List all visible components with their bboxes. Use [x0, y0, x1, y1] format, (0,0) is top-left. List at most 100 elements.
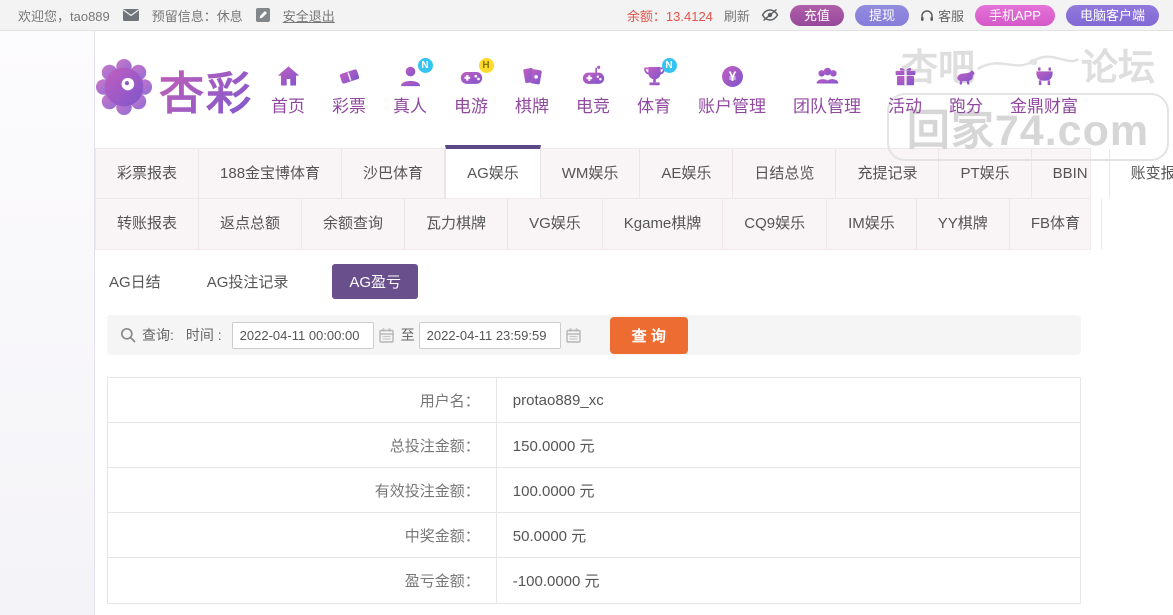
- table-row: 总投注金额： 150.0000 元: [108, 423, 1080, 468]
- tab-wm-entertainment[interactable]: WM娱乐: [541, 149, 641, 198]
- nav-item-cards[interactable]: 棋牌: [515, 63, 549, 117]
- tab-im-entertainment[interactable]: IM娱乐: [827, 199, 917, 249]
- subtab-ag-bet-records[interactable]: AG投注记录: [205, 264, 291, 299]
- tab-vg-entertainment[interactable]: VG娱乐: [508, 199, 603, 249]
- ag-subtabs: AG日结 AG投注记录 AG盈亏: [107, 263, 1173, 299]
- nav-item-team[interactable]: 团队管理: [793, 63, 861, 117]
- search-icon: [120, 327, 136, 343]
- balance-text: 余额：13.4124: [626, 8, 713, 24]
- live-person-icon: N: [397, 57, 433, 90]
- site-logo[interactable]: 杏彩: [95, 57, 253, 122]
- nav-item-live[interactable]: N 真人: [393, 57, 433, 117]
- nav-item-golden-ding[interactable]: 金鼎财富: [1010, 63, 1078, 117]
- logo-flower-icon: [95, 58, 153, 121]
- new-badge: N: [417, 57, 433, 73]
- table-row: 用户名： protao889_xc: [108, 378, 1080, 423]
- report-tabs: 彩票报表 188金宝博体育 沙巴体育 AG娱乐 WM娱乐 AE娱乐 日结总览 充…: [95, 145, 1173, 250]
- golden-ding-icon: [1031, 63, 1058, 90]
- nav-item-lottery[interactable]: 彩票: [332, 63, 366, 117]
- team-icon: [814, 63, 841, 90]
- row-label: 总投注金额：: [108, 423, 497, 467]
- row-value: protao889_xc: [512, 391, 604, 409]
- nav-item-activity[interactable]: 活动: [888, 63, 922, 117]
- paofen-animal-icon: [953, 63, 980, 90]
- message-envelope-icon[interactable]: [122, 9, 139, 21]
- customer-service-link[interactable]: 客服: [920, 6, 964, 25]
- table-row: 盈亏金额： -100.0000 元: [108, 558, 1080, 603]
- tab-fb-sports[interactable]: FB体育: [1010, 199, 1102, 249]
- nav-item-paofen[interactable]: 跑分: [949, 63, 983, 117]
- datetime-from-input[interactable]: [231, 321, 374, 349]
- datetime-to-input[interactable]: [418, 321, 561, 349]
- sports-trophy-icon: N: [641, 57, 677, 90]
- tab-pt-entertainment[interactable]: PT娱乐: [939, 149, 1032, 198]
- nav-item-home[interactable]: 首页: [271, 63, 305, 117]
- tab-deposit-withdraw-records[interactable]: 充提记录: [836, 149, 940, 198]
- customer-service-label: 客服: [937, 8, 964, 24]
- welcome-text: 欢迎您，tao889: [18, 8, 110, 24]
- tab-lottery-report[interactable]: 彩票报表: [96, 149, 200, 198]
- tab-ag-entertainment[interactable]: AG娱乐: [445, 145, 541, 198]
- new-badge: N: [661, 57, 677, 73]
- home-icon: [275, 63, 302, 90]
- row-value: 100.0000 元: [512, 482, 595, 500]
- table-row: 有效投注金额： 100.0000 元: [108, 468, 1080, 513]
- main-nav: 首页 彩票 N 真人 H 电游 棋牌 电竞 N 体育 账户管理 团队管理 活动 …: [271, 57, 1078, 117]
- row-value: -100.0000 元: [512, 573, 600, 590]
- nav-item-sports[interactable]: N 体育: [637, 57, 677, 117]
- row-label: 有效投注金额：: [108, 468, 497, 512]
- query-submit-button[interactable]: 查 询: [609, 316, 688, 354]
- withdraw-button[interactable]: 提现: [854, 4, 909, 26]
- nav-item-account[interactable]: 账户管理: [698, 63, 766, 117]
- reserved-info-text: 预留信息：休息: [151, 8, 243, 24]
- between-label: 至: [400, 327, 415, 343]
- tab-cq9-entertainment[interactable]: CQ9娱乐: [723, 199, 828, 249]
- headset-icon: [920, 9, 934, 22]
- logo-text: 杏彩: [159, 57, 253, 122]
- topbar: 欢迎您，tao889 预留信息：休息 安全退出 余额：13.4124 刷新 充值…: [0, 0, 1173, 31]
- calendar-icon[interactable]: [378, 328, 394, 343]
- subtab-ag-daily[interactable]: AG日结: [107, 264, 163, 299]
- tab-bbin[interactable]: BBIN: [1032, 149, 1110, 198]
- tab-account-change-report[interactable]: 账变报表: [1110, 149, 1173, 198]
- left-margin-strip: [0, 31, 95, 615]
- page-body: 杏彩 首页 彩票 N 真人 H 电游 棋牌 电竞 N 体育 账户管理 团队管理 …: [0, 31, 1173, 615]
- mobile-app-button[interactable]: 手机APP: [974, 4, 1055, 26]
- hot-badge: H: [478, 57, 494, 73]
- tab-saba-sports[interactable]: 沙巴体育: [342, 149, 446, 198]
- row-label: 中奖金额：: [108, 513, 497, 557]
- watermark-right-text: 论坛: [1081, 47, 1155, 88]
- recharge-button[interactable]: 充值: [789, 4, 844, 26]
- profit-loss-table: 用户名： protao889_xc 总投注金额： 150.0000 元 有效投注…: [107, 377, 1081, 604]
- query-bar: 查询: 时间 : 至 查 询: [107, 315, 1081, 355]
- table-row: 中奖金额： 50.0000 元: [108, 513, 1080, 558]
- tab-yy-cards[interactable]: YY棋牌: [917, 199, 1010, 249]
- gift-icon: [892, 63, 919, 90]
- account-coin-icon: [719, 63, 746, 90]
- tab-transfer-report[interactable]: 转账报表: [96, 199, 200, 249]
- calendar-icon[interactable]: [565, 328, 581, 343]
- logout-link[interactable]: 安全退出: [283, 6, 335, 25]
- nav-item-esports[interactable]: 电竞: [576, 63, 610, 117]
- query-label: 查询:: [142, 327, 174, 343]
- time-label: 时间 :: [185, 327, 222, 343]
- row-label: 盈亏金额：: [108, 558, 497, 603]
- tab-wali-cards[interactable]: 瓦力棋牌: [405, 199, 509, 249]
- nav-item-egames[interactable]: H 电游: [454, 57, 494, 117]
- report-tabs-row1: 彩票报表 188金宝博体育 沙巴体育 AG娱乐 WM娱乐 AE娱乐 日结总览 充…: [96, 145, 1173, 199]
- refresh-link[interactable]: 刷新: [724, 6, 750, 25]
- tab-rebate-total[interactable]: 返点总额: [199, 199, 303, 249]
- pc-client-button[interactable]: 电脑客户端: [1065, 4, 1159, 26]
- tab-daily-summary[interactable]: 日结总览: [733, 149, 837, 198]
- row-value: 50.0000 元: [512, 527, 587, 545]
- edit-icon[interactable]: [255, 8, 270, 22]
- hide-balance-eye-icon[interactable]: [761, 8, 779, 22]
- lottery-ticket-icon: [336, 63, 363, 90]
- cards-icon: [519, 63, 546, 90]
- tab-ae-entertainment[interactable]: AE娱乐: [640, 149, 734, 198]
- subtab-ag-profit-loss[interactable]: AG盈亏: [332, 263, 419, 299]
- tab-kgame-cards[interactable]: Kgame棋牌: [603, 199, 724, 249]
- row-value: 150.0000 元: [512, 437, 595, 455]
- tab-balance-query[interactable]: 余额查询: [302, 199, 406, 249]
- tab-188-sports[interactable]: 188金宝博体育: [199, 149, 343, 198]
